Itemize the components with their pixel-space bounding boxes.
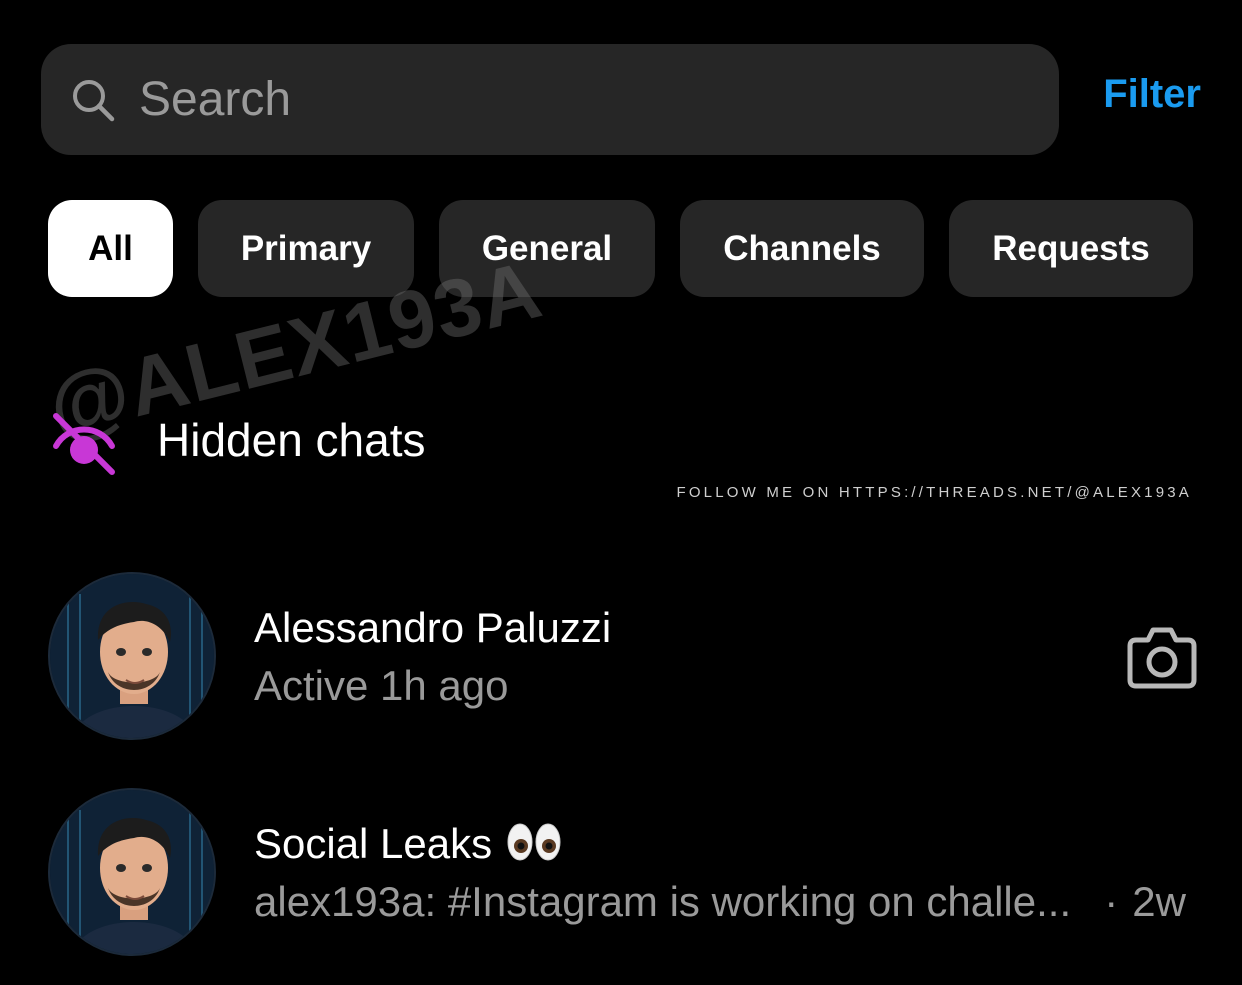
search-bar[interactable] [41,44,1059,155]
tab-channels[interactable]: Channels [680,200,924,297]
eye-off-icon [48,404,120,476]
time-separator: · [1104,878,1119,925]
filter-button[interactable]: Filter [1103,72,1201,117]
camera-icon[interactable] [1126,624,1198,690]
hidden-chats-label: Hidden chats [157,414,426,466]
chat-name: Alessandro Paluzzi [254,604,612,651]
search-input[interactable] [139,64,1059,135]
search-icon [71,78,115,122]
inbox-tabs: All Primary General Channels Requests [48,200,1193,297]
tab-all[interactable]: All [48,200,173,297]
hidden-chats-row[interactable]: Hidden chats [48,400,426,480]
chat-name-text: Social Leaks [254,820,493,867]
chat-row[interactable]: Social Leaks alex193a: #Instagram is wor… [48,788,1198,958]
eyes-emoji-icon [506,820,562,864]
tab-primary[interactable]: Primary [198,200,414,297]
chat-row[interactable]: Alessandro Paluzzi Active 1h ago [48,572,1198,742]
chat-time: · 2w [1104,878,1186,926]
chat-name: Social Leaks [254,820,562,868]
tab-general[interactable]: General [439,200,655,297]
messages-inbox: Filter All Primary General Channels Requ… [0,0,1242,985]
avatar [48,788,216,956]
chat-status: Active 1h ago [254,662,509,709]
tab-requests[interactable]: Requests [949,200,1193,297]
watermark-note: FOLLOW ME ON HTTPS://THREADS.NET/@ALEX19… [676,484,1192,501]
chat-time-value: 2w [1132,878,1186,925]
chat-preview: alex193a: #Instagram is working on chall… [254,878,1072,925]
avatar [48,572,216,740]
